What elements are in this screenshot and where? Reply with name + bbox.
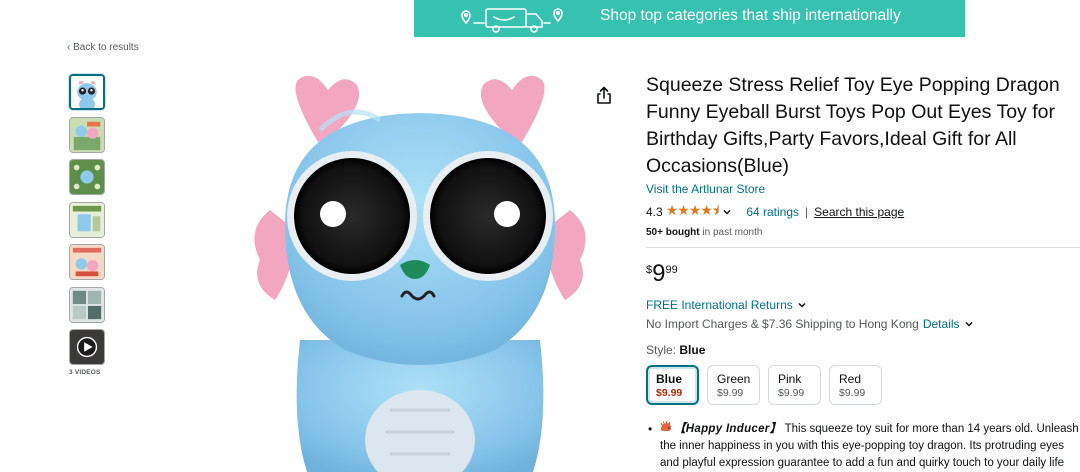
style-swatches: Blue $9.99 Green $9.99 Pink $9.99 Red $9… xyxy=(646,365,1080,405)
store-link[interactable]: Visit the Artlunar Store xyxy=(646,182,1080,196)
feature-bullet-list: • 【Happy Inducer】 This squeeze toy suit … xyxy=(646,421,1080,472)
rating-value: 4.3 xyxy=(646,205,663,219)
thumbnail-video[interactable] xyxy=(69,329,105,365)
style-selected-value: Blue xyxy=(679,343,706,357)
price-whole: 9 xyxy=(652,260,666,287)
main-product-image[interactable] xyxy=(240,60,600,472)
style-option-name: Green xyxy=(717,372,751,386)
chevron-down-icon[interactable] xyxy=(722,207,732,217)
product-info-panel: Squeeze Stress Relief Toy Eye Popping Dr… xyxy=(646,72,1080,472)
bullet-heading: 【Happy Inducer】 xyxy=(674,423,782,435)
shipping-info: No Import Charges & $7.36 Shipping to Ho… xyxy=(646,317,1080,331)
style-option-price: $9.99 xyxy=(656,387,683,399)
divider xyxy=(646,247,1080,248)
bought-count: 50+ bought xyxy=(646,227,700,238)
price: $ 9 99 xyxy=(646,262,1080,286)
chevron-down-icon[interactable] xyxy=(964,319,974,329)
search-this-page-link[interactable]: Search this page xyxy=(814,205,904,219)
ratings-count-link[interactable]: 64 ratings xyxy=(746,205,799,219)
style-option-name: Red xyxy=(839,372,862,386)
bought-in-past-month: 50+ bought in past month xyxy=(646,227,1080,238)
style-option-blue[interactable]: Blue $9.99 xyxy=(646,365,699,405)
bullet-dot: • xyxy=(648,422,653,436)
style-option-name: Pink xyxy=(778,372,802,386)
play-icon xyxy=(70,330,104,364)
style-label-prefix: Style: xyxy=(646,343,680,357)
style-option-pink[interactable]: Pink $9.99 xyxy=(768,365,821,405)
international-shipping-banner[interactable]: Shop top categories that ship internatio… xyxy=(414,0,965,37)
star-rating-icon[interactable]: ★★★★⯨ xyxy=(666,200,720,224)
product-features-thumbnail xyxy=(70,160,104,194)
gift-scene-thumbnail xyxy=(70,245,104,279)
style-option-price: $9.99 xyxy=(717,387,744,399)
share-icon[interactable] xyxy=(594,85,614,105)
back-to-results-link[interactable]: ‹ Back to results xyxy=(67,42,139,53)
product-photo-thumbnail xyxy=(70,117,104,152)
shipping-details-link[interactable]: Details xyxy=(923,317,960,331)
thumbnail-3[interactable] xyxy=(69,159,105,195)
thumbnail-5[interactable] xyxy=(69,244,105,280)
shipping-text: No Import Charges & $7.36 Shipping to Ho… xyxy=(646,317,919,331)
product-title: Squeeze Stress Relief Toy Eye Popping Dr… xyxy=(646,74,1060,177)
style-option-green[interactable]: Green $9.99 xyxy=(707,365,760,405)
thumbnail-6[interactable] xyxy=(69,286,105,323)
free-returns-link[interactable]: FREE International Returns xyxy=(646,298,1080,312)
rating-row: 4.3 ★★★★⯨ 64 ratings | Search this page xyxy=(646,200,1080,224)
thumbnail-4[interactable] xyxy=(69,201,105,238)
product-size-thumbnail xyxy=(70,202,104,237)
bought-suffix: in past month xyxy=(699,227,763,238)
banner-text[interactable]: Shop top categories that ship internatio… xyxy=(600,7,901,25)
returns-label[interactable]: FREE International Returns xyxy=(646,298,793,312)
style-option-price: $9.99 xyxy=(839,387,866,399)
thumbnail-1[interactable] xyxy=(69,74,105,110)
delivery-truck-icon xyxy=(461,8,563,33)
style-option-red[interactable]: Red $9.99 xyxy=(829,365,882,405)
style-option-name: Blue xyxy=(656,372,683,386)
style-label: Style: Blue xyxy=(646,343,1080,357)
chevron-down-icon[interactable] xyxy=(797,300,807,310)
separator: | xyxy=(805,205,809,219)
hedgehog-emoji-icon xyxy=(660,421,671,431)
price-fraction: 99 xyxy=(665,264,678,276)
image-thumbnail-list: 3 VIDEOS xyxy=(69,74,107,376)
thumbnail-2[interactable] xyxy=(69,116,105,153)
dragon-thumbnail-image xyxy=(71,76,103,108)
videos-count-label[interactable]: 3 VIDEOS xyxy=(69,369,107,376)
style-option-price: $9.99 xyxy=(778,387,805,399)
usage-scene-thumbnail xyxy=(70,287,104,322)
